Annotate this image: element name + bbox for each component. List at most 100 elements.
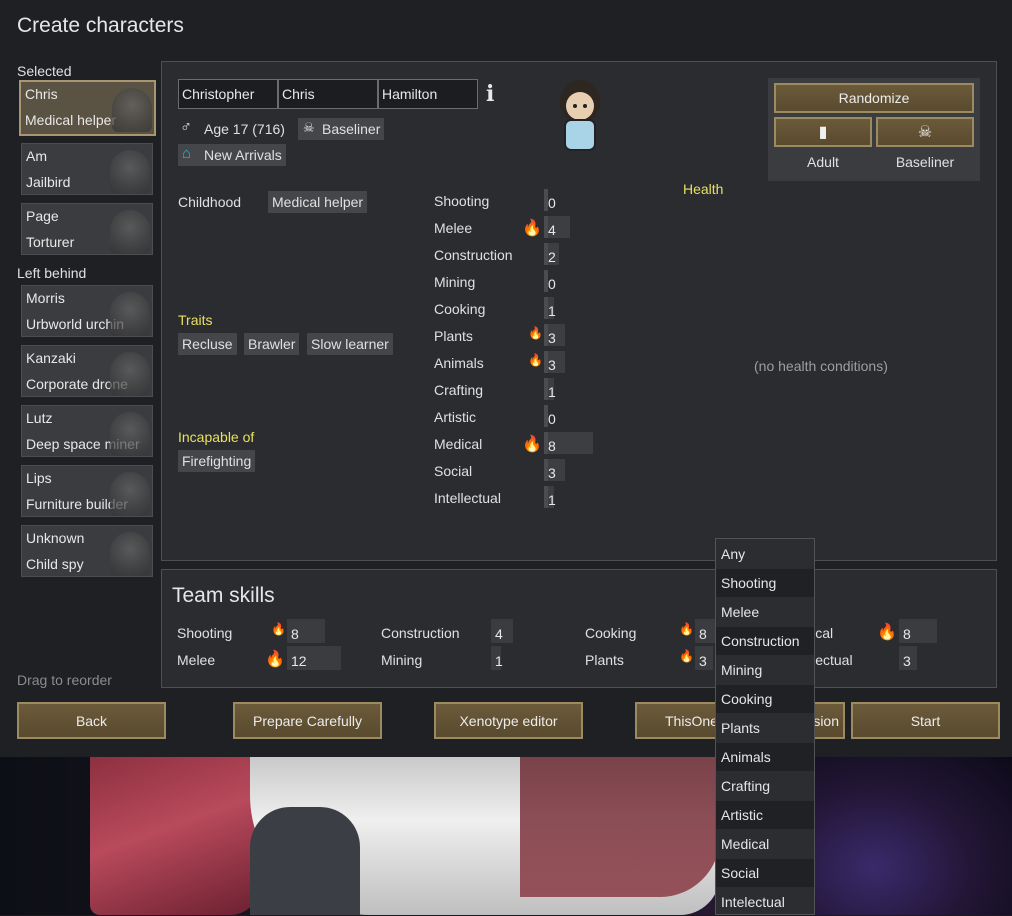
pawn-card-kanzaki[interactable]: Kanzaki Corporate drone [21,345,153,397]
xenotype-label: Baseliner [322,121,381,137]
pawn-name: Chris [25,86,58,102]
pawn-name: Unknown [26,530,85,546]
skill-value: 0 [548,411,556,427]
dropdown-option-intelectual[interactable]: Intelectual [716,888,814,916]
skill-name: Social [434,463,473,479]
pawn-card-lips[interactable]: Lips Furniture builder [21,465,153,517]
skull-icon: ☠ [303,120,315,135]
pawn-portrait [112,88,152,132]
pawn-portrait [110,472,150,516]
start-button[interactable]: Start [851,702,1000,739]
ship-panel-red [520,757,720,897]
ship-hull-red [90,757,260,915]
minor-passion-flame-icon: 🔥 [528,353,543,367]
trait-chip[interactable]: Recluse [178,333,237,355]
major-passion-flame-icon: 🔥 [877,624,897,641]
team-skill-name: Shooting [177,625,233,641]
background-art [0,757,1012,915]
faction-chip[interactable]: ⌂ New Arrivals [178,144,286,166]
xenotype-chip[interactable]: ☠ Baseliner [298,118,385,140]
age-stage-button[interactable]: ▮ [774,117,872,147]
team-skills-panel: Team skills Shooting 8 🔥 Melee 12 🔥 Constructi… [161,569,997,688]
nickname-input[interactable] [278,79,378,109]
pawn-portrait [110,412,150,456]
dropdown-option-melee[interactable]: Melee [716,598,814,626]
team-skill-value: 3 [903,653,911,669]
skill-value: 3 [548,330,556,346]
prepare-carefully-button[interactable]: Prepare Carefully [233,702,382,739]
age-text: Age 17 (716) [204,121,285,137]
pawn-card-unknown[interactable]: Unknown Child spy [21,525,153,577]
pawn-backstory: Jailbird [26,174,71,190]
pawn-card-page[interactable]: Page Torturer [21,203,153,255]
team-skill-name: Construction [381,625,460,641]
house-icon: ⌂ [182,145,192,162]
dropdown-option-plants[interactable]: Plants [716,714,814,742]
pawn-card-am[interactable]: Am Jailbird [21,143,153,195]
skill-name: Animals [434,355,484,371]
xenotype-editor-button[interactable]: Xenotype editor [434,702,583,739]
skill-name: Intellectual [434,490,501,506]
faction-label: New Arrivals [204,147,282,163]
skill-value: 1 [548,303,556,319]
team-skill-name: Plants [585,652,624,668]
dropdown-option-social[interactable]: Social [716,859,814,887]
thisone-label-left: ThisOne [665,713,718,729]
info-icon[interactable]: i [486,81,494,107]
incapable-chip[interactable]: Firefighting [178,450,256,472]
pawn-portrait [110,210,150,254]
dropdown-option-crafting[interactable]: Crafting [716,772,814,800]
dropdown-option-cooking[interactable]: Cooking [716,685,814,713]
trait-chip[interactable]: Brawler [244,333,300,355]
skill-name: Construction [434,247,513,263]
dropdown-option-medical[interactable]: Medical [716,830,814,858]
team-skill-value: 3 [699,653,707,669]
randomize-button[interactable]: Randomize [774,83,974,113]
skill-value: 8 [548,438,556,454]
thisone-label-right: sion [813,713,839,729]
pawn-card-morris[interactable]: Morris Urbworld urchin [21,285,153,337]
pawn-name: Am [26,148,47,164]
pawn-backstory: Child spy [26,556,84,572]
skill-name: Medical [434,436,483,452]
team-skill-value: 8 [291,626,299,642]
pawn-name: Lips [26,470,52,486]
dropdown-option-shooting[interactable]: Shooting [716,569,814,597]
skill-name: Artistic [434,409,476,425]
childhood-chip[interactable]: Medical helper [268,191,368,213]
xenotype-label: Baseliner [895,154,955,170]
skill-value: 0 [548,195,556,211]
last-name-input[interactable] [378,79,478,109]
minor-passion-flame-icon: 🔥 [679,622,694,636]
xenotype-button[interactable]: ☠ [876,117,974,147]
pawn-portrait [110,292,150,336]
major-passion-flame-icon: 🔥 [522,220,542,237]
skill-value: 2 [548,249,556,265]
dropdown-option-animals[interactable]: Animals [716,743,814,771]
minor-passion-flame-icon: 🔥 [679,649,694,663]
team-skill-value: 12 [291,653,307,669]
skill-name: Plants [434,328,473,344]
skill-name: Mining [434,274,476,290]
major-passion-flame-icon: 🔥 [522,436,542,453]
team-skills-title: Team skills [172,584,275,607]
dropdown-option-construction[interactable]: Construction [716,627,814,655]
dropdown-option-artistic[interactable]: Artistic [716,801,814,829]
pawn-card-lutz[interactable]: Lutz Deep space miner [21,405,153,457]
pawn-card-chris[interactable]: Chris Medical helper [19,80,156,136]
pawn-backstory: Medical helper [25,112,117,128]
skill-name: Melee [434,220,473,236]
left-behind-label: Left behind [17,265,87,281]
health-label: Health [683,181,724,197]
first-name-input[interactable] [178,79,278,109]
trait-chip[interactable]: Slow learner [307,333,393,355]
dropdown-option-mining[interactable]: Mining [716,656,814,684]
ship-engine [250,807,360,915]
health-status: (no health conditions) [754,358,888,374]
pawn-name: Morris [26,290,65,306]
dropdown-option-any[interactable]: Any [716,540,814,568]
nebula-space [815,757,1012,915]
back-button[interactable]: Back [17,702,166,739]
adult-body-icon: ▮ [818,124,828,141]
skill-name: Crafting [434,382,484,398]
